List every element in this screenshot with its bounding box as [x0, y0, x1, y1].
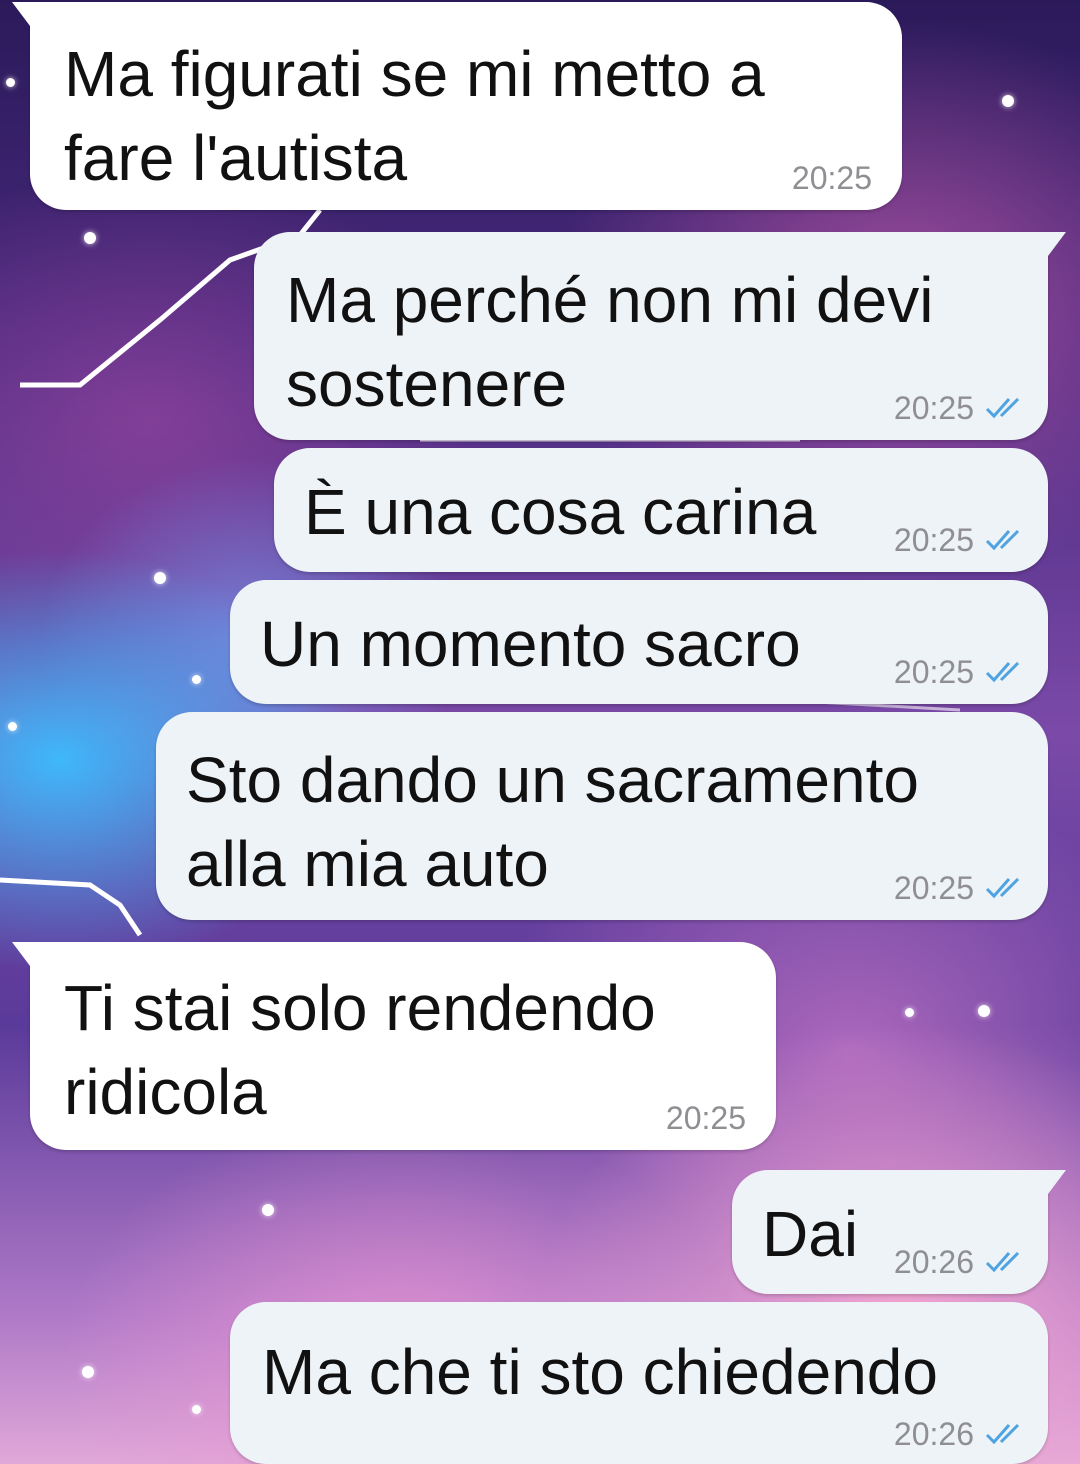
message-meta: 20:25 [666, 1100, 746, 1136]
message-text: Dai [762, 1198, 859, 1270]
message-time: 20:26 [893, 1244, 974, 1280]
star-icon [1002, 95, 1014, 107]
message-time: 20:25 [893, 870, 974, 906]
message-text: Un momento sacro [260, 608, 801, 680]
star-icon [84, 232, 96, 244]
message-time: 20:26 [893, 1416, 974, 1452]
bubble-tail [12, 2, 30, 26]
message-text: Ma che ti sto chiedendo [262, 1336, 938, 1408]
read-receipt-icon [985, 877, 1020, 899]
read-receipt-icon [985, 1251, 1020, 1273]
star-icon [192, 675, 201, 684]
message-text: È una cosa carina [304, 476, 817, 548]
message-bubble-incoming[interactable]: Ti stai solo rendendo ridicola 20:25 [12, 942, 776, 1150]
message-time: 20:25 [893, 390, 974, 426]
star-icon [82, 1366, 94, 1378]
message-bubble-outgoing[interactable]: È una cosa carina 20:25 [274, 448, 1048, 572]
message-bubble-outgoing[interactable]: Ma perché non mi devi sostenere 20:25 [254, 232, 1066, 440]
message-text: Ma figurati se mi metto a fare l'autista [64, 38, 765, 194]
read-receipt-icon [985, 529, 1020, 551]
bubble-tail [1048, 232, 1066, 256]
bubble-tail [1048, 1170, 1066, 1194]
read-receipt-icon [985, 661, 1020, 683]
message-meta: 20:25 [894, 654, 1028, 690]
message-meta: 20:26 [894, 1244, 1028, 1280]
message-time: 20:25 [791, 160, 872, 196]
message-text: Ti stai solo rendendo ridicola [64, 972, 656, 1128]
message-time: 20:25 [893, 522, 974, 558]
read-receipt-icon [985, 1423, 1020, 1445]
star-icon [8, 722, 17, 731]
star-icon [905, 1008, 914, 1017]
message-meta: 20:25 [792, 160, 872, 196]
message-bubble-outgoing[interactable]: Dai 20:26 [732, 1170, 1066, 1294]
star-icon [978, 1005, 990, 1017]
message-meta: 20:25 [894, 522, 1028, 558]
message-meta: 20:25 [894, 390, 1028, 426]
star-icon [154, 572, 166, 584]
message-bubble-outgoing[interactable]: Ma che ti sto chiedendo 20:26 [230, 1302, 1048, 1464]
message-text: Ma perché non mi devi sostenere [286, 264, 934, 420]
message-bubble-outgoing[interactable]: Sto dando un sacramento alla mia auto 20… [156, 712, 1048, 920]
bubble-tail [12, 942, 30, 966]
star-icon [6, 78, 15, 87]
message-bubble-outgoing[interactable]: Un momento sacro 20:25 [230, 580, 1048, 704]
read-receipt-icon [985, 397, 1020, 419]
message-meta: 20:26 [894, 1416, 1028, 1452]
star-icon [262, 1204, 274, 1216]
message-text: Sto dando un sacramento alla mia auto [186, 744, 919, 900]
message-bubble-incoming[interactable]: Ma figurati se mi metto a fare l'autista… [12, 2, 902, 210]
message-time: 20:25 [893, 654, 974, 690]
message-meta: 20:25 [894, 870, 1028, 906]
star-icon [192, 1405, 201, 1414]
message-time: 20:25 [665, 1100, 746, 1136]
